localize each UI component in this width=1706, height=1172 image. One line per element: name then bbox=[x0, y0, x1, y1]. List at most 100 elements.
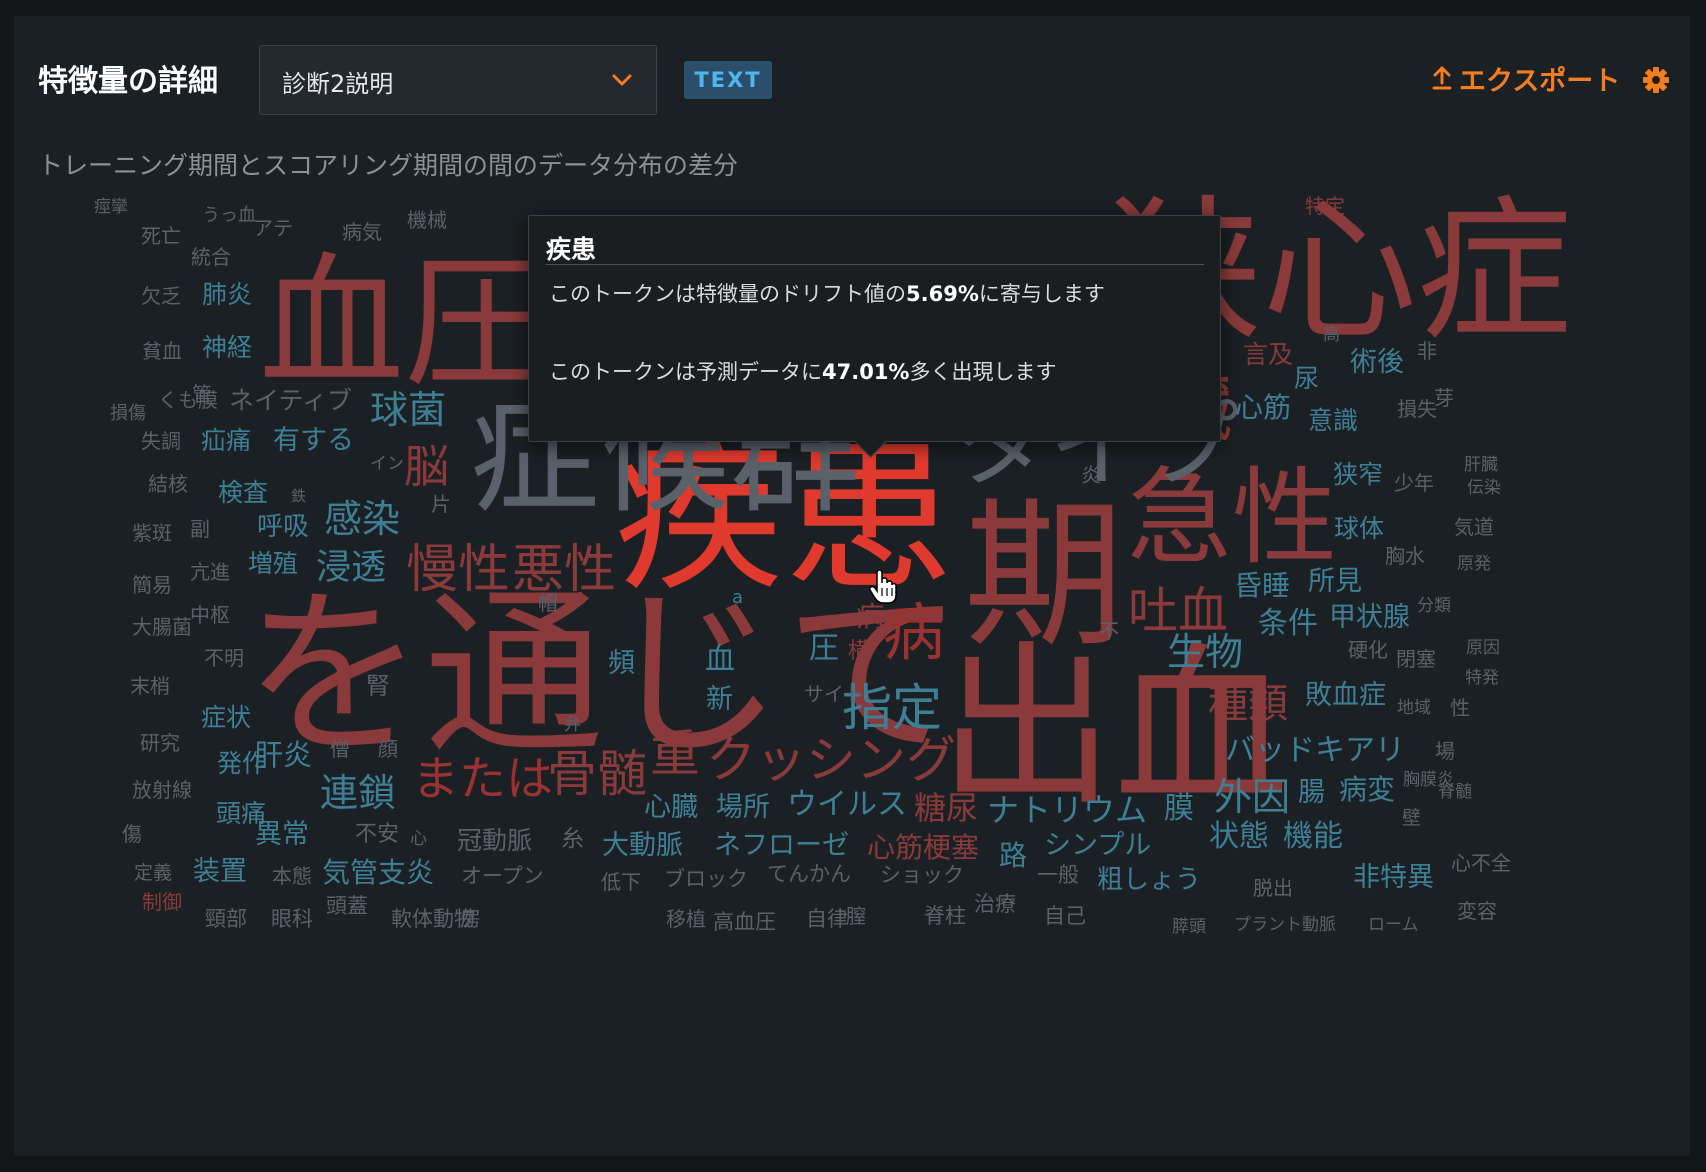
word-cloud-token[interactable]: 僧 bbox=[330, 739, 350, 759]
word-cloud-token[interactable]: 脊柱 bbox=[924, 906, 966, 927]
word-cloud-token[interactable]: 所見 bbox=[1308, 568, 1362, 595]
word-cloud-token[interactable]: 球体 bbox=[1334, 516, 1384, 541]
word-cloud-token[interactable]: 装置 bbox=[193, 858, 247, 885]
word-cloud-token[interactable]: クッシング bbox=[706, 735, 956, 785]
word-cloud-token[interactable]: 帽 bbox=[538, 593, 558, 613]
word-cloud-token[interactable]: 損失 bbox=[1397, 399, 1437, 419]
word-cloud-token[interactable]: または bbox=[412, 756, 553, 803]
word-cloud-token[interactable]: シンプル bbox=[1044, 832, 1151, 859]
word-cloud-token[interactable]: 管 bbox=[192, 384, 212, 404]
word-cloud-token[interactable]: 気管支炎 bbox=[322, 859, 434, 887]
word-cloud-token[interactable]: 言及 bbox=[1243, 342, 1293, 367]
word-cloud-token[interactable]: 低下 bbox=[601, 872, 641, 892]
word-cloud-token[interactable]: うっ血 bbox=[202, 207, 256, 225]
word-cloud-token[interactable]: 治療 bbox=[974, 894, 1016, 915]
word-cloud-token[interactable]: 球菌 bbox=[370, 391, 446, 429]
word-cloud-token[interactable]: 意識 bbox=[1308, 408, 1358, 433]
word-cloud-token[interactable]: 横 bbox=[848, 641, 870, 663]
word-cloud-token[interactable]: 検査 bbox=[218, 480, 268, 505]
word-cloud-token[interactable]: 膣 bbox=[846, 906, 866, 926]
word-cloud-token[interactable]: 吐血 bbox=[1128, 586, 1228, 636]
word-cloud-token[interactable]: 甲状腺 bbox=[1329, 604, 1410, 631]
word-cloud-token[interactable]: 頸部 bbox=[205, 909, 247, 930]
word-cloud-token[interactable]: 閉塞 bbox=[1396, 649, 1436, 669]
word-cloud-token[interactable]: ネフローゼ bbox=[714, 832, 849, 859]
word-cloud-token[interactable]: 病変 bbox=[1339, 776, 1395, 804]
word-cloud-token[interactable]: 眼科 bbox=[271, 909, 313, 930]
word-cloud-token[interactable]: 放射線 bbox=[132, 780, 192, 800]
word-cloud-token[interactable]: 機械 bbox=[407, 210, 447, 230]
word-cloud-token[interactable]: 圧 bbox=[809, 634, 839, 664]
word-cloud-token[interactable]: 不安 bbox=[355, 824, 399, 846]
word-cloud-token[interactable]: 中枢 bbox=[190, 605, 230, 625]
word-cloud-token[interactable]: てんかん bbox=[767, 864, 851, 885]
word-cloud-token[interactable]: 痙攣 bbox=[94, 199, 128, 216]
word-cloud-token[interactable]: 新 bbox=[706, 686, 733, 713]
word-cloud-token[interactable]: 種類 bbox=[1208, 684, 1288, 724]
word-cloud-token[interactable]: 腎 bbox=[366, 674, 390, 698]
word-cloud-token[interactable]: 心 bbox=[410, 831, 427, 848]
word-cloud-token[interactable]: 自己 bbox=[1044, 906, 1086, 927]
word-cloud-token[interactable]: 心不全 bbox=[1451, 853, 1511, 873]
word-cloud-token[interactable]: 神経 bbox=[202, 335, 252, 360]
word-cloud-token[interactable]: ウイルス bbox=[787, 790, 907, 820]
word-cloud-token[interactable]: 移植 bbox=[666, 909, 706, 929]
word-cloud-token[interactable]: 敗血症 bbox=[1305, 682, 1386, 709]
word-cloud-token[interactable]: 条件 bbox=[1258, 609, 1318, 639]
word-cloud-token[interactable]: 副 bbox=[190, 519, 210, 539]
word-cloud-token[interactable]: 失調 bbox=[141, 431, 181, 451]
word-cloud-token[interactable]: ナトリウム bbox=[987, 794, 1147, 826]
word-cloud-token[interactable]: 頭蓋 bbox=[326, 896, 368, 917]
word-cloud-token[interactable]: 顔 bbox=[378, 739, 398, 759]
word-cloud-token[interactable]: ブロック bbox=[664, 869, 748, 890]
word-cloud-token[interactable]: ショック bbox=[880, 865, 964, 886]
word-cloud-token[interactable]: 昏睡 bbox=[1234, 572, 1290, 600]
word-cloud-token[interactable]: 心臓 bbox=[644, 794, 698, 821]
word-cloud-token[interactable]: サイト bbox=[804, 684, 864, 704]
word-cloud-token[interactable]: ローム bbox=[1368, 917, 1419, 934]
word-cloud-token[interactable]: 場所 bbox=[716, 794, 770, 821]
word-cloud-token[interactable]: 慢性 bbox=[406, 544, 510, 596]
word-cloud-token[interactable]: 疝痛 bbox=[201, 428, 251, 453]
word-cloud-token[interactable]: 発作 bbox=[217, 751, 267, 776]
word-cloud-token[interactable]: 高血圧 bbox=[713, 912, 776, 933]
word-cloud-token[interactable]: 変容 bbox=[1457, 901, 1497, 921]
word-cloud-token[interactable]: 原因 bbox=[1466, 640, 1500, 657]
word-cloud-token[interactable]: 脳 bbox=[404, 444, 449, 489]
word-cloud-token[interactable]: 糖尿 bbox=[914, 792, 978, 824]
word-cloud-token[interactable]: 欠乏 bbox=[141, 286, 181, 306]
word-cloud-token[interactable]: 弁 bbox=[564, 717, 581, 734]
word-cloud-token[interactable]: 不明 bbox=[204, 648, 244, 668]
word-cloud-token[interactable]: 大腸菌 bbox=[132, 617, 192, 637]
word-cloud-token[interactable]: 心筋 bbox=[1235, 394, 1291, 422]
word-cloud-token[interactable]: 研究 bbox=[140, 733, 180, 753]
word-cloud-token[interactable]: 軟体動物 bbox=[391, 909, 475, 930]
word-cloud-token[interactable]: 傷 bbox=[122, 824, 142, 844]
word-cloud-token[interactable]: 貧血 bbox=[142, 341, 182, 361]
word-cloud-token[interactable]: 末梢 bbox=[130, 676, 170, 696]
word-cloud-token[interactable]: 一般 bbox=[1037, 865, 1079, 886]
word-cloud-token[interactable]: 壁 bbox=[1402, 809, 1421, 828]
word-cloud-token[interactable]: 脊髄 bbox=[1438, 784, 1472, 801]
word-cloud-token[interactable]: 頻 bbox=[608, 650, 635, 677]
word-cloud-token[interactable]: 尿 bbox=[1294, 366, 1319, 391]
word-cloud-token[interactable]: 粗しょう bbox=[1097, 867, 1201, 893]
word-cloud-token[interactable]: 腸 bbox=[1298, 779, 1325, 806]
word-cloud-token[interactable]: 特発 bbox=[1465, 670, 1499, 687]
word-cloud-token[interactable]: バッドキアリ bbox=[1225, 736, 1405, 766]
word-cloud-token[interactable]: 浸透 bbox=[316, 551, 386, 586]
word-cloud-token[interactable]: 死亡 bbox=[141, 226, 181, 246]
word-cloud-token[interactable]: 悪性 bbox=[512, 544, 616, 596]
word-cloud-token[interactable]: 動脈 bbox=[1302, 917, 1336, 934]
word-cloud-token[interactable]: 損傷 bbox=[110, 405, 146, 423]
word-cloud-token[interactable]: 病 bbox=[856, 603, 884, 631]
word-cloud-token[interactable]: 紫斑 bbox=[132, 523, 172, 543]
word-cloud-token[interactable]: 亢進 bbox=[190, 562, 230, 582]
word-cloud-token[interactable]: 病気 bbox=[342, 222, 382, 242]
word-cloud-token[interactable]: 大動脈 bbox=[602, 832, 683, 859]
word-cloud-token[interactable]: アテ bbox=[253, 218, 293, 238]
word-cloud-token[interactable]: 肺炎 bbox=[202, 282, 252, 307]
word-cloud-token[interactable]: 冠動脈 bbox=[457, 828, 532, 853]
word-cloud-token[interactable]: 連鎖 bbox=[320, 774, 396, 812]
word-cloud-token[interactable]: 生物 bbox=[1167, 633, 1243, 671]
